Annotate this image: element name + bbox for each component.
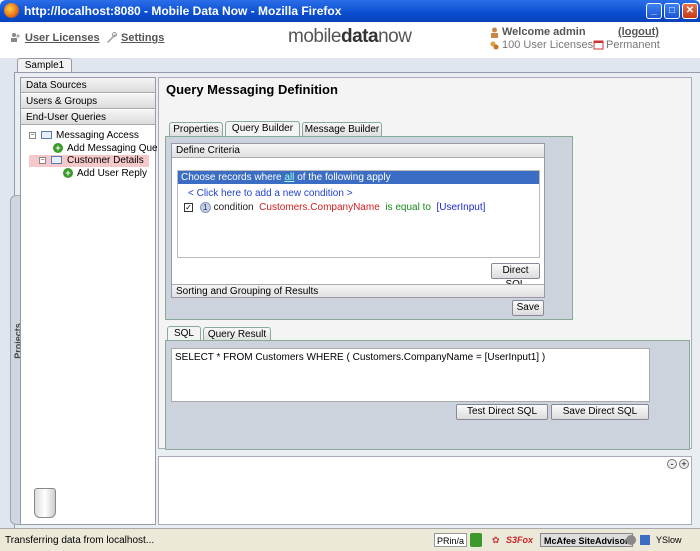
bottom-panel xyxy=(158,456,692,525)
licenses-text: 100 User Licenses xyxy=(502,39,594,51)
criteria-area: Choose records where all of the followin… xyxy=(177,170,540,258)
condition-value[interactable]: [UserInput] xyxy=(436,202,485,213)
mobiledatanow-logo: mobiledatanow xyxy=(288,26,412,47)
section-data-sources[interactable]: Data Sources xyxy=(21,78,155,93)
collapse-toggle[interactable]: − xyxy=(29,132,36,139)
left-panel: Data Sources Users & Groups End-User Que… xyxy=(20,77,161,525)
condition-row: ✓ 1 condition Customers.CompanyName is e… xyxy=(184,202,485,213)
sql-text-area[interactable]: SELECT * FROM Customers WHERE ( Customer… xyxy=(171,348,650,402)
sorting-grouping-header[interactable]: Sorting and Grouping of Results xyxy=(172,284,544,297)
criteria-match-selector[interactable]: all xyxy=(284,172,294,183)
tab-properties[interactable]: Properties xyxy=(169,122,223,137)
status-bar: Transferring data from localhost... PRin… xyxy=(0,528,700,551)
addon-red-icon[interactable]: ✿ xyxy=(492,533,502,547)
tree-item-customer-details[interactable]: Customer Details xyxy=(67,155,144,166)
zoom-out-button[interactable]: - xyxy=(667,459,677,469)
add-condition-link[interactable]: < Click here to add a new condition > xyxy=(188,188,353,199)
condition-checkbox[interactable]: ✓ xyxy=(184,203,193,212)
app-header: User Licenses Settings mobiledatanow Wel… xyxy=(0,22,700,58)
criteria-prefix: Choose records where xyxy=(181,172,282,183)
tab-message-builder[interactable]: Message Builder xyxy=(302,122,382,137)
addon-green-icon[interactable] xyxy=(470,533,482,547)
condition-word: condition xyxy=(213,202,254,214)
section-users-groups[interactable]: Users & Groups xyxy=(21,94,155,109)
welcome-text: Welcome admin xyxy=(502,26,586,38)
license-type-text: Permanent xyxy=(606,39,660,51)
tree-item-messaging-access[interactable]: Messaging Access xyxy=(56,130,139,141)
criteria-match-bar: Choose records where all of the followin… xyxy=(178,171,539,184)
mail-icon xyxy=(41,131,52,139)
zoom-in-button[interactable]: + xyxy=(679,459,689,469)
s3fox-addon[interactable]: S3Fox xyxy=(506,533,533,547)
condition-field[interactable]: Customers.CompanyName xyxy=(259,202,380,213)
save-button[interactable]: Save xyxy=(512,300,544,316)
firefox-icon xyxy=(4,3,19,18)
criteria-suffix: of the following apply xyxy=(297,172,391,183)
status-circle-icon[interactable] xyxy=(626,535,636,545)
window-title: http://localhost:8080 - Mobile Data Now … xyxy=(24,4,342,18)
direct-sql-button[interactable]: Direct SQL xyxy=(491,263,540,290)
status-text: Transferring data from localhost... xyxy=(5,535,155,546)
user-licenses-link[interactable]: User Licenses xyxy=(25,32,100,44)
tree-item-add-user-reply[interactable]: Add User Reply xyxy=(77,168,147,179)
minimize-button[interactable]: _ xyxy=(646,3,662,19)
mcafee-siteadvisor[interactable]: McAfee SiteAdvisor xyxy=(540,533,633,547)
print-addon[interactable]: PRin/a xyxy=(434,533,468,547)
status-square-icon[interactable] xyxy=(640,535,650,545)
add-icon: + xyxy=(63,168,73,178)
yslow-addon[interactable]: YSlow xyxy=(656,533,682,547)
tab-query-builder[interactable]: Query Builder xyxy=(225,121,300,137)
user-icon xyxy=(491,27,498,38)
condition-operator[interactable]: is equal to xyxy=(385,202,431,213)
page-title: Query Messaging Definition xyxy=(166,82,338,97)
licenses-icon xyxy=(490,41,499,50)
window-title-bar: http://localhost:8080 - Mobile Data Now … xyxy=(0,0,700,22)
define-criteria-header: Define Criteria xyxy=(172,144,544,158)
settings-link[interactable]: Settings xyxy=(121,32,164,44)
section-end-user-queries[interactable]: End-User Queries xyxy=(21,110,155,125)
user-licenses-icon xyxy=(11,33,20,42)
calendar-icon xyxy=(593,40,604,50)
define-criteria-box: Define Criteria Choose records where all… xyxy=(171,143,545,298)
trash-icon[interactable] xyxy=(34,488,56,518)
condition-number: 1 xyxy=(199,202,211,213)
test-direct-sql-button[interactable]: Test Direct SQL xyxy=(456,404,548,420)
save-direct-sql-button[interactable]: Save Direct SQL xyxy=(551,404,649,420)
add-icon: + xyxy=(53,143,63,153)
tree-item-add-messaging-query[interactable]: Add Messaging Quer xyxy=(67,143,161,154)
maximize-button[interactable]: □ xyxy=(664,3,680,19)
mail-icon xyxy=(51,156,62,164)
project-tab[interactable]: Sample1 xyxy=(17,58,72,73)
collapse-toggle[interactable]: − xyxy=(39,157,46,164)
close-button[interactable]: ✕ xyxy=(682,3,698,19)
logout-link[interactable]: (logout) xyxy=(618,26,659,38)
settings-icon xyxy=(107,32,117,43)
